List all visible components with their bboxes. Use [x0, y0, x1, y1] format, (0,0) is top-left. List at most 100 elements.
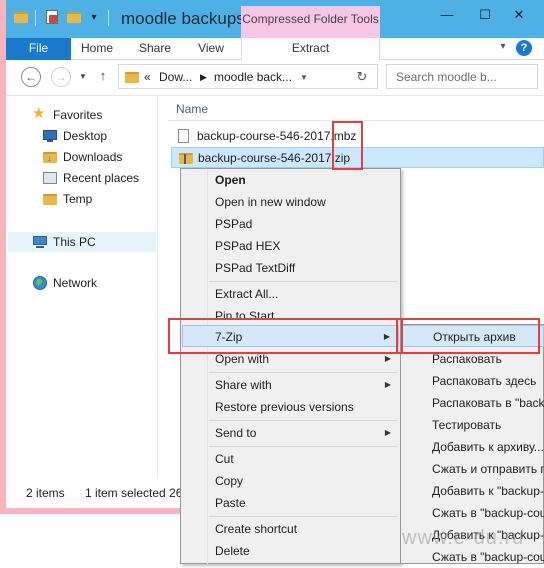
menu-item-open-new-window[interactable]: Open in new window: [182, 191, 399, 213]
menu-item-paste[interactable]: Paste: [182, 492, 399, 514]
highlight-open-archive: [396, 318, 540, 354]
menu-item-extract-all[interactable]: Extract All...: [182, 283, 399, 305]
sidebar-item-label: Temp: [63, 192, 93, 206]
folder-icon: [124, 69, 140, 83]
expand-ribbon-icon[interactable]: ▾: [496, 40, 510, 54]
tab-extract[interactable]: Extract: [241, 38, 380, 60]
menu-item-label: Open in new window: [215, 195, 326, 209]
menu-item-pspad-hex[interactable]: PSPad HEX: [182, 235, 399, 257]
menu-item-create-shortcut[interactable]: Create shortcut: [182, 518, 399, 540]
menu-item-label: Send to: [215, 426, 257, 440]
quick-access-dropdown-icon[interactable]: ▾: [88, 12, 100, 24]
downloads-folder-icon: ↓: [42, 149, 58, 165]
menu-separator: [209, 372, 397, 373]
sidebar-item-label: Favorites: [53, 108, 103, 122]
submenu-item-extract-here[interactable]: Распаковать здесь: [402, 370, 544, 392]
file-name: backup-course-546-2017.zip: [198, 151, 351, 165]
refresh-icon[interactable]: ↻: [354, 69, 370, 85]
forward-button[interactable]: →: [51, 67, 71, 87]
status-selection: 1 item selected 26: [85, 486, 183, 500]
minimize-button[interactable]: —: [440, 8, 454, 22]
menu-item-label: Share with: [215, 378, 272, 392]
back-button[interactable]: ←: [21, 67, 41, 87]
submenu-item-add-to-archive[interactable]: Добавить к архиву...: [402, 436, 544, 458]
menu-item-label: Copy: [215, 474, 244, 488]
tab-share[interactable]: Share: [134, 38, 176, 60]
menu-item-label: PSPad HEX: [215, 239, 281, 253]
menu-item-label: Extract All...: [215, 287, 279, 301]
tab-file[interactable]: File: [6, 38, 71, 60]
submenu-arrow-icon: ▶: [384, 380, 391, 389]
menu-item-label: Добавить к архиву...: [432, 440, 544, 454]
sidebar-item-label: Recent places: [63, 171, 140, 185]
menu-item-label: PSPad TextDiff: [215, 261, 296, 275]
tab-home[interactable]: Home: [76, 38, 118, 60]
zip-folder-icon: [178, 151, 193, 166]
recent-places-icon: [42, 170, 58, 186]
help-icon[interactable]: ?: [516, 40, 532, 56]
menu-item-label: Добавить к "backup-c: [432, 484, 544, 498]
breadcrumb-overflow[interactable]: «: [144, 70, 151, 84]
menu-item-label: Paste: [215, 496, 246, 510]
file-icon: [177, 129, 191, 144]
menu-item-label: Open: [215, 173, 246, 187]
address-dropdown-icon[interactable]: ▼: [300, 73, 308, 82]
computer-icon: [32, 234, 48, 250]
menu-item-label: Тестировать: [432, 418, 502, 432]
highlight-7zip-item: [168, 318, 403, 354]
close-button[interactable]: ✕: [512, 8, 526, 22]
submenu-item-compress-and-email[interactable]: Сжать и отправить п: [402, 458, 544, 480]
folder-icon: [42, 191, 58, 207]
toolbar-divider: [108, 10, 109, 26]
menu-item-copy[interactable]: Copy: [182, 470, 399, 492]
search-input[interactable]: Search moodle b...: [396, 70, 497, 84]
menu-separator: [209, 420, 397, 421]
sidebar-item-label: Network: [53, 276, 98, 290]
status-item-count: 2 items: [26, 486, 65, 500]
menu-item-label: PSPad: [215, 217, 253, 231]
menu-item-label: Create shortcut: [215, 522, 298, 536]
menu-item-label: Restore previous versions: [215, 400, 354, 414]
recent-locations-icon[interactable]: ▼: [79, 72, 89, 82]
menu-item-share-with[interactable]: Share with ▶: [182, 374, 399, 396]
menu-item-label: Распаковать в "backu: [432, 396, 544, 410]
menu-item-pspad-textdiff[interactable]: PSPad TextDiff: [182, 257, 399, 279]
breadcrumb-separator-icon[interactable]: ▶: [200, 72, 207, 83]
desktop-icon: [42, 128, 58, 144]
breadcrumb-downloads[interactable]: Dow...: [159, 70, 192, 84]
column-header-name[interactable]: Name: [176, 102, 208, 116]
star-icon: ★: [32, 105, 46, 122]
sidebar-item-label: Desktop: [63, 129, 108, 143]
submenu-item-compress-to-7z[interactable]: Сжать в "backup-cou: [402, 502, 544, 524]
compressed-folder-tools-header: Compressed Folder Tools: [241, 6, 380, 38]
menu-item-open[interactable]: Open: [182, 169, 399, 191]
submenu-arrow-icon: ▶: [384, 428, 391, 437]
maximize-button[interactable]: ☐: [478, 8, 492, 22]
toolbar-divider: [35, 10, 36, 26]
sidebar-item-label: Downloads: [63, 150, 123, 164]
breadcrumb-moodle-backups[interactable]: moodle back...: [214, 70, 292, 84]
menu-separator: [209, 281, 397, 282]
menu-item-label: Сжать и отправить п: [432, 462, 544, 476]
menu-item-pspad[interactable]: PSPad: [182, 213, 399, 235]
submenu-item-extract-to[interactable]: Распаковать в "backu: [402, 392, 544, 414]
menu-item-label: Cut: [215, 452, 234, 466]
menu-item-delete[interactable]: Delete: [182, 540, 399, 562]
tab-view[interactable]: View: [190, 38, 232, 60]
menu-item-restore-previous-versions[interactable]: Restore previous versions: [182, 396, 399, 418]
up-button[interactable]: ↑: [96, 69, 110, 83]
properties-icon[interactable]: [44, 9, 60, 25]
submenu-item-test[interactable]: Тестировать: [402, 414, 544, 436]
menu-item-send-to[interactable]: Send to ▶: [182, 422, 399, 444]
folder-icon[interactable]: [13, 9, 29, 25]
menu-item-label: Сжать в "backup-cou: [432, 506, 544, 520]
submenu-item-add-to-7z[interactable]: Добавить к "backup-c: [402, 480, 544, 502]
network-icon: [32, 275, 48, 291]
sidebar-item-label: This PC: [53, 235, 96, 249]
watermark: www.e-du.ru: [402, 527, 525, 549]
new-folder-icon[interactable]: [66, 9, 82, 25]
menu-separator: [209, 516, 397, 517]
menu-item-cut[interactable]: Cut: [182, 448, 399, 470]
pane-divider[interactable]: [157, 96, 158, 478]
menu-separator: [209, 446, 397, 447]
